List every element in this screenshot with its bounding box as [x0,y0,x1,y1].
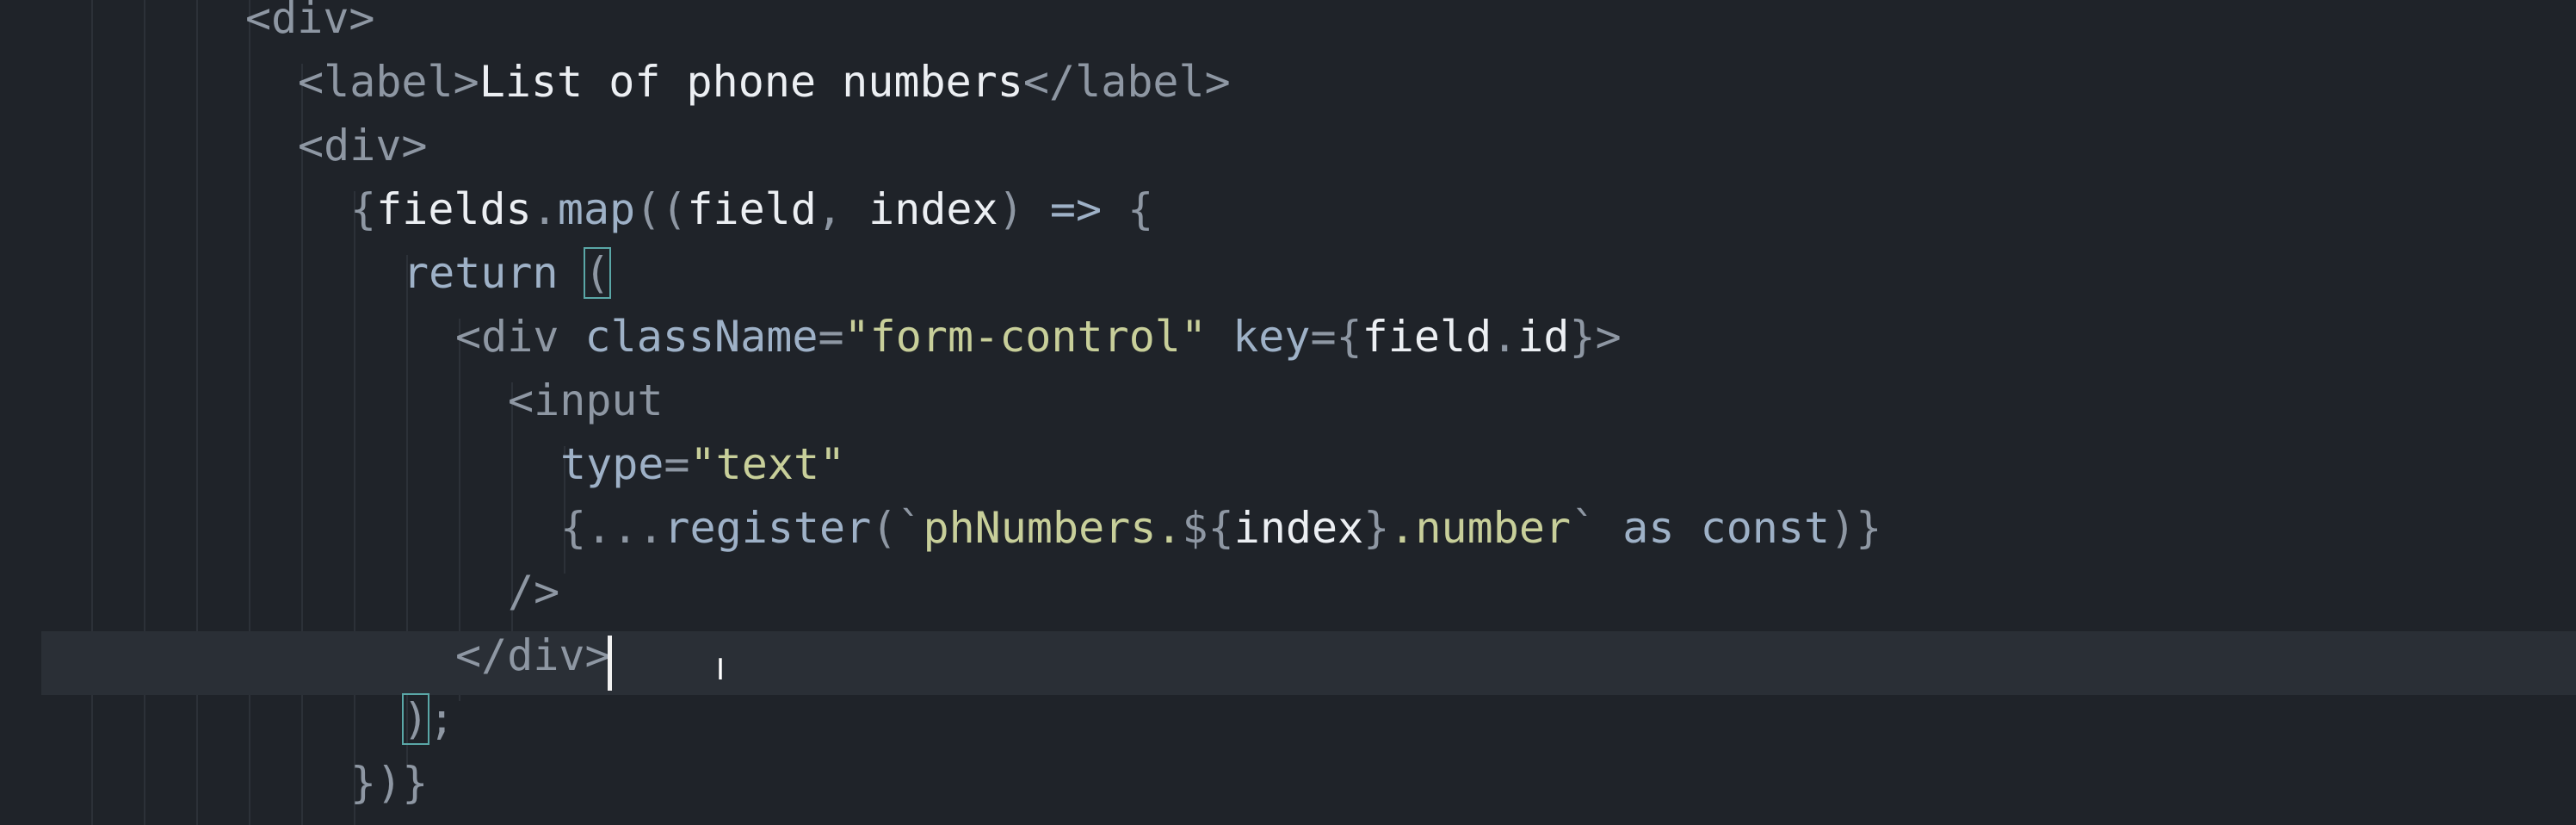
code-token: phNumbers. [923,503,1183,553]
code-token: ; [429,694,455,744]
code-token: div [271,0,349,43]
code-token: > [1204,57,1231,107]
indent-guide [91,0,93,825]
code-token: ` [1571,503,1597,553]
code-token: < [508,375,534,425]
code-token: => [1049,184,1103,234]
code-token: /> [508,567,560,617]
code-token: = [818,312,844,362]
code-token: div [324,121,402,171]
code-token: field [687,184,817,234]
indent-guide [144,0,145,825]
code-line[interactable]: ); [401,687,455,751]
code-line[interactable]: <label>List of phone numbers</label> [298,50,1231,114]
indent-guide [249,0,250,825]
matched-bracket: ) [401,693,430,745]
code-line[interactable]: })} [350,751,428,815]
code-token: return [403,248,559,298]
code-token: id [1517,312,1570,362]
code-line[interactable]: <div> [245,0,375,50]
code-token: < [298,121,324,171]
code-token: .number [1389,503,1572,553]
code-token: "form-control" [843,312,1208,362]
code-token: > [453,57,479,107]
code-token: </ [455,630,508,680]
code-token: > [349,0,375,43]
text-cursor [608,636,612,691]
code-token: map [557,184,636,234]
code-token: { [1102,184,1154,234]
code-token: < [245,0,272,43]
code-token: div [481,312,559,362]
matched-bracket: ( [583,247,611,299]
code-token: input [534,375,664,425]
code-token: index [1233,503,1364,553]
code-token: . [531,184,558,234]
code-line[interactable]: return ( [403,241,611,305]
code-token: }> [1569,312,1622,362]
code-token: , [816,184,869,234]
code-token: field [1362,312,1492,362]
code-line[interactable]: /> [508,560,559,623]
code-token: </ [1022,57,1076,107]
code-token: )} [1830,503,1882,553]
code-line[interactable]: </div> [455,623,611,687]
indent-guide [301,64,303,825]
code-token: } [1363,503,1390,553]
code-token: div [507,630,585,680]
code-token: className [584,312,819,362]
code-token: "text" [689,439,846,489]
code-token: List of phone numbers [479,57,1023,107]
code-token: label [1075,57,1205,107]
code-token: < [298,57,324,107]
code-token: } [402,758,429,808]
code-token: { [350,184,377,234]
i-beam-pointer-icon: I [716,653,726,687]
code-token: as const [1622,503,1831,553]
current-line-highlight [41,631,2576,695]
code-token: ={ [1310,312,1362,362]
code-token: ) [998,184,1050,234]
code-token: (( [635,184,688,234]
code-token: . [1492,312,1518,362]
code-token: = [664,439,690,489]
code-token: index [868,184,998,234]
code-token: ${ [1182,503,1234,553]
code-token: (` [871,503,924,553]
indent-guide [196,0,198,825]
code-line[interactable]: type="text" [560,432,845,496]
code-token: key [1232,312,1311,362]
code-token: label [324,57,454,107]
code-token: register [664,503,872,553]
code-token: type [560,439,664,489]
code-token: fields [376,184,532,234]
code-line[interactable]: <div> [298,114,428,177]
code-token: {... [560,503,664,553]
code-line[interactable]: <input [508,369,664,432]
code-line[interactable]: {fields.map((field, index) => { [350,177,1153,241]
indent-guide [354,191,355,825]
code-line[interactable]: {...register(`phNumbers.${index}.number`… [560,496,1881,560]
code-token: > [401,121,428,171]
code-line[interactable]: <div className="form-control" key={field… [455,305,1622,369]
code-editor[interactable]: <div> <label>List of phone numbers</label… [0,0,2576,825]
code-token: }) [350,758,403,808]
code-token: < [455,312,482,362]
